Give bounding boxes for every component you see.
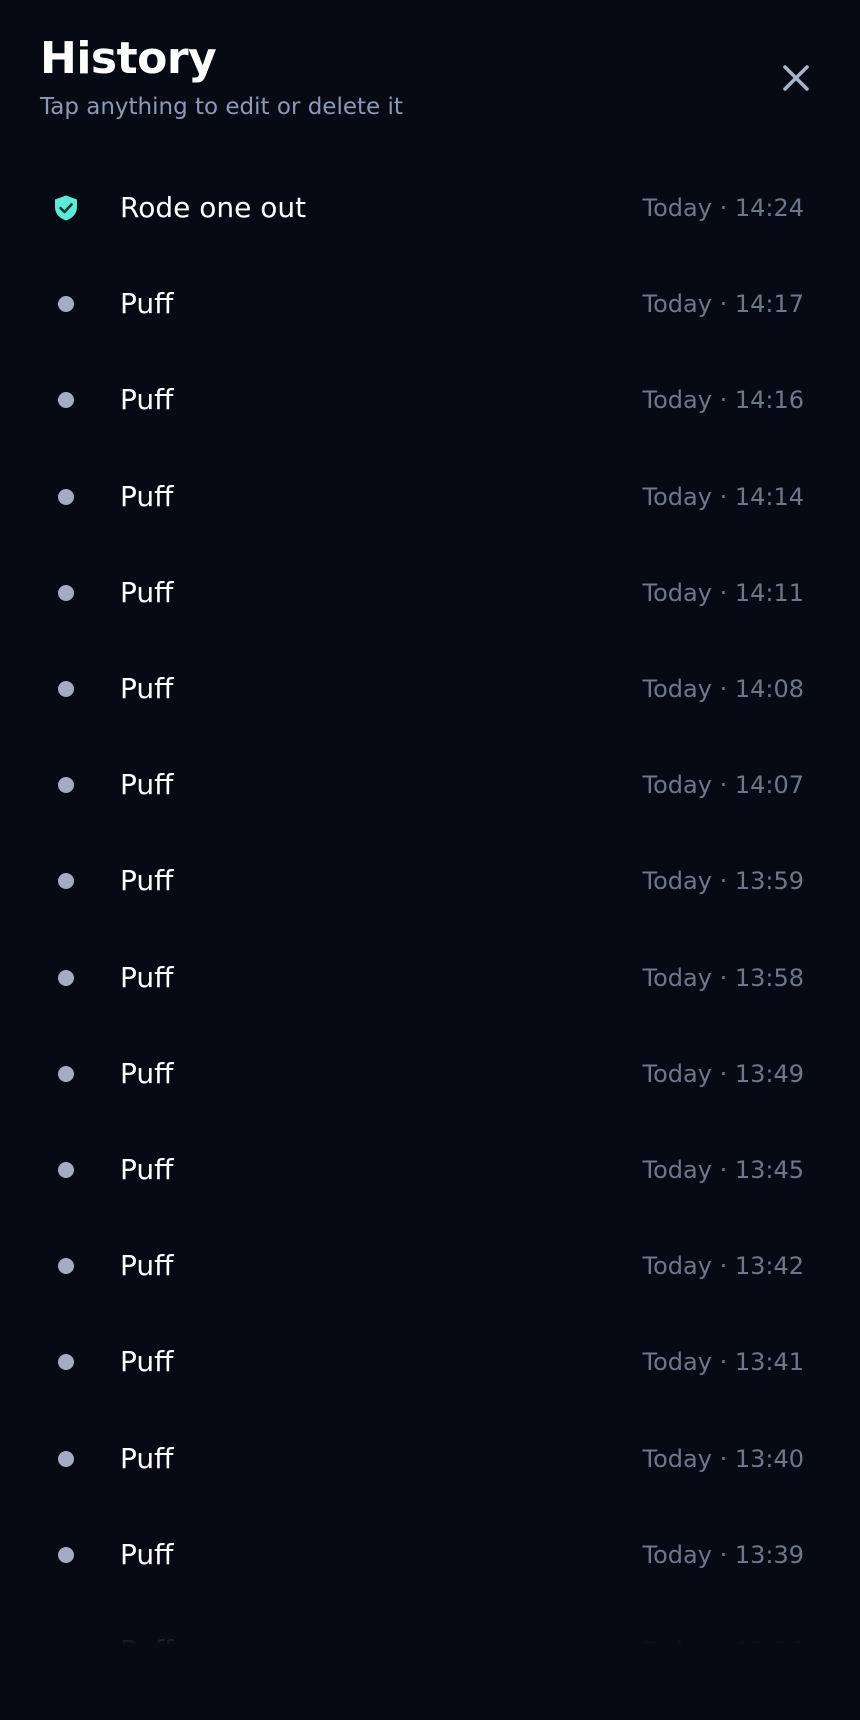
history-item-time: Today · 13:49 <box>642 1059 804 1088</box>
dot-icon <box>50 1122 82 1218</box>
history-item-label: Puff <box>120 1441 174 1475</box>
history-item-label: Puff <box>120 1249 174 1283</box>
dot-icon <box>50 256 82 352</box>
history-item-label: Puff <box>120 1603 173 1645</box>
history-item[interactable]: Puff Today · 13:58 <box>0 930 860 1026</box>
shield-check-icon <box>50 160 82 256</box>
history-item-time: Today · 13:39 <box>642 1540 804 1569</box>
history-item[interactable]: Puff Today · 14:14 <box>0 449 860 545</box>
history-item-label: Puff <box>120 1345 174 1379</box>
dot-marker <box>58 584 74 601</box>
history-item[interactable]: Puff Today · 14:16 <box>0 352 860 448</box>
dot-icon <box>50 352 82 448</box>
history-item[interactable]: Puff Today · 13:36 <box>0 1603 860 1645</box>
history-item-time: Today · 14:08 <box>642 675 804 704</box>
history-item-label: Puff <box>120 672 174 706</box>
history-item-label: Rode one out <box>120 191 307 225</box>
history-item-label: Puff <box>120 864 174 898</box>
dot-icon <box>50 1603 82 1645</box>
history-item-label: Puff <box>120 1152 174 1186</box>
history-item[interactable]: Puff Today · 13:49 <box>0 1026 860 1122</box>
dot-marker <box>58 1354 74 1371</box>
close-button[interactable] <box>776 58 816 98</box>
history-item[interactable]: Puff Today · 13:40 <box>0 1410 860 1506</box>
history-item-time: Today · 14:17 <box>642 290 804 319</box>
history-item-time: Today · 14:16 <box>642 386 804 415</box>
history-item[interactable]: Puff Today · 13:59 <box>0 833 860 929</box>
history-item-label: Puff <box>120 287 174 321</box>
history-item[interactable]: Puff Today · 14:07 <box>0 737 860 833</box>
history-item-label: Puff <box>120 1056 174 1090</box>
dot-marker <box>58 969 74 986</box>
history-item[interactable]: Puff Today · 14:11 <box>0 545 860 641</box>
dot-marker <box>58 1450 74 1467</box>
history-item[interactable]: Puff Today · 13:39 <box>0 1507 860 1603</box>
dot-marker <box>58 777 74 794</box>
dot-marker <box>58 392 74 409</box>
history-item[interactable]: Puff Today · 13:45 <box>0 1122 860 1218</box>
history-item-label: Puff <box>120 768 174 802</box>
page-title: History <box>40 33 217 84</box>
history-item-time: Today · 13:42 <box>642 1252 804 1281</box>
dot-marker <box>58 1642 74 1645</box>
dot-marker <box>58 1161 74 1178</box>
history-header: History Tap anything to edit or delete i… <box>40 30 820 140</box>
dot-marker <box>58 1258 74 1275</box>
dot-icon <box>50 545 82 641</box>
close-icon <box>783 65 809 91</box>
history-item-time: Today · 13:59 <box>642 867 804 896</box>
history-item-label: Puff <box>120 960 174 994</box>
dot-icon <box>50 1218 82 1314</box>
history-item[interactable]: Puff Today · 14:17 <box>0 256 860 352</box>
history-item[interactable]: Puff Today · 13:42 <box>0 1218 860 1314</box>
dot-icon <box>50 1314 82 1410</box>
dot-marker <box>58 873 74 890</box>
history-item-rode-one-out[interactable]: Rode one out Today · 14:24 <box>0 160 860 256</box>
dot-marker <box>58 296 74 313</box>
history-item-time: Today · 13:45 <box>642 1155 804 1184</box>
history-item[interactable]: Puff Today · 13:41 <box>0 1314 860 1410</box>
history-item-label: Puff <box>120 1537 174 1571</box>
history-item-label: Puff <box>120 575 174 609</box>
history-item-time: Today · 14:14 <box>642 482 804 511</box>
dot-icon <box>50 1026 82 1122</box>
history-item-time: Today · 13:36 <box>643 1603 804 1645</box>
dot-icon <box>50 833 82 929</box>
dot-marker <box>58 1065 74 1082</box>
dot-icon <box>50 1410 82 1506</box>
dot-icon <box>50 1507 82 1603</box>
history-item-time: Today · 14:24 <box>642 194 804 223</box>
dot-marker <box>58 681 74 698</box>
history-item-label: Puff <box>120 479 174 513</box>
dot-icon <box>50 930 82 1026</box>
history-item[interactable]: Puff Today · 14:08 <box>0 641 860 737</box>
history-list: Rode one out Today · 14:24 Puff Today · 1… <box>0 160 860 1645</box>
page-subtitle: Tap anything to edit or delete it <box>40 94 403 120</box>
history-item-time: Today · 13:40 <box>642 1444 804 1473</box>
history-item-time: Today · 13:58 <box>642 963 804 992</box>
dot-marker <box>58 1546 74 1563</box>
dot-icon <box>50 641 82 737</box>
history-item-label: Puff <box>120 383 174 417</box>
dot-icon <box>50 737 82 833</box>
dot-marker <box>58 488 74 505</box>
history-item-time: Today · 14:11 <box>642 578 804 607</box>
history-item-time: Today · 14:07 <box>642 771 804 800</box>
history-item-time: Today · 13:41 <box>642 1348 804 1377</box>
dot-icon <box>50 449 82 545</box>
